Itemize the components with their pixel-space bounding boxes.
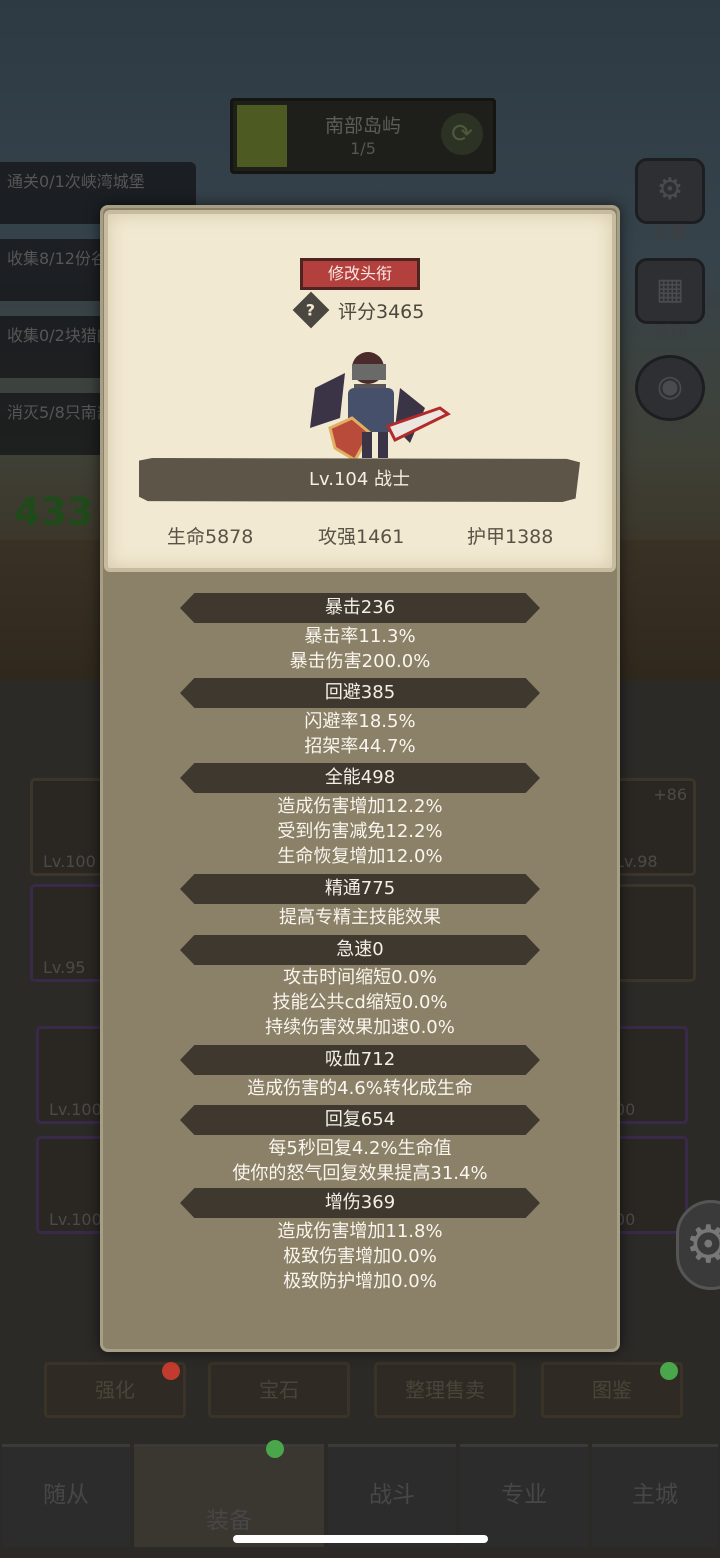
stat-section-title: 回避385 — [180, 678, 540, 708]
gear-icon: ⚙ — [635, 158, 705, 224]
alert-dot-icon — [162, 1362, 180, 1380]
stat-line: 造成伤害增加11.8% — [277, 1221, 443, 1242]
stat-section-title: 增伤369 — [180, 1188, 540, 1218]
score-value: 评分3465 — [338, 300, 425, 323]
change-title-button[interactable]: 修改头衔 — [300, 258, 420, 290]
slot-level: Lv.100 — [49, 1100, 102, 1119]
gear-icon[interactable]: ⚙ — [676, 1200, 720, 1290]
armor-stat: 护甲1388 — [467, 526, 554, 548]
stat-line: 造成伤害增加12.2% — [277, 796, 443, 817]
hp-stat: 生命5878 — [167, 526, 254, 548]
stat-line: 暴击伤害200.0% — [289, 651, 431, 672]
notice-dot-icon — [660, 1362, 678, 1380]
settings-button[interactable]: ⚙ 设置 — [630, 158, 710, 243]
slot-plus: +86 — [653, 785, 687, 804]
stat-section-title: 暴击236 — [180, 593, 540, 623]
warrior-avatar — [310, 352, 451, 463]
stat-line: 造成伤害的4.6%转化成生命 — [247, 1078, 473, 1099]
stat-section-title: 急速0 — [180, 935, 540, 965]
attack-stat: 攻强1461 — [318, 526, 405, 548]
nav-followers[interactable]: 随从 — [2, 1444, 130, 1547]
gift-button[interactable]: ◉ 礼包 — [630, 355, 710, 440]
stat-line: 生命恢复增加12.0% — [277, 846, 443, 867]
stat-line: 受到伤害减免12.2% — [277, 821, 443, 842]
nav-battle[interactable]: 战斗 — [328, 1444, 456, 1547]
home-indicator[interactable] — [233, 1535, 488, 1543]
stage-indicator[interactable]: 南部岛屿 1/5 ⟳ — [230, 98, 496, 174]
stat-line: 使你的怒气回复效果提高31.4% — [232, 1163, 488, 1184]
help-icon[interactable]: ? — [292, 291, 330, 329]
stat-line: 暴击率11.3% — [304, 626, 416, 647]
stat-line: 持续伤害效果加速0.0% — [265, 1017, 455, 1038]
level-class-banner: Lv.104 战士 — [139, 458, 580, 502]
activity-label: 活动 — [653, 323, 687, 343]
stat-line: 极致伤害增加0.0% — [283, 1246, 437, 1267]
stat-section-title: 吸血712 — [180, 1045, 540, 1075]
stat-line: 招架率44.7% — [304, 736, 416, 757]
sort-sell-button[interactable]: 整理售卖 — [374, 1362, 516, 1418]
nav-main-city[interactable]: 主城 — [592, 1444, 718, 1547]
hero-level-badge: 433 — [14, 490, 94, 534]
stat-line: 闪避率18.5% — [304, 711, 416, 732]
refresh-icon[interactable]: ⟳ — [441, 113, 483, 155]
nav-equipment[interactable]: 装备 — [134, 1444, 324, 1547]
gem-button[interactable]: 宝石 — [208, 1362, 350, 1418]
slot-level: Lv.98 — [615, 852, 658, 871]
calendar-icon: ▦ — [635, 258, 705, 324]
stat-line: 极致防护增加0.0% — [283, 1271, 437, 1292]
slot-level: Lv.100 — [43, 852, 96, 871]
stat-line: 提高专精主技能效果 — [279, 907, 441, 928]
stat-section-title: 精通775 — [180, 874, 540, 904]
settings-label: 设置 — [653, 223, 687, 243]
stat-line: 技能公共cd缩短0.0% — [272, 992, 448, 1013]
gift-pot-icon: ◉ — [635, 355, 705, 421]
nav-profession[interactable]: 专业 — [460, 1444, 588, 1547]
gift-label: 礼包 — [653, 420, 687, 440]
stat-section-title: 全能498 — [180, 763, 540, 793]
nav-equipment-label: 装备 — [206, 1508, 252, 1534]
score-row: ? 评分3465 — [292, 291, 425, 329]
slot-level: Lv.95 — [43, 958, 86, 977]
stat-section-title: 回复654 — [180, 1105, 540, 1135]
slot-level: Lv.100 — [49, 1210, 102, 1229]
notice-dot-icon — [266, 1440, 284, 1458]
activity-button[interactable]: ▦ 活动 — [630, 258, 710, 343]
stat-line: 攻击时间缩短0.0% — [283, 967, 437, 988]
stat-line: 每5秒回复4.2%生命值 — [268, 1138, 452, 1159]
